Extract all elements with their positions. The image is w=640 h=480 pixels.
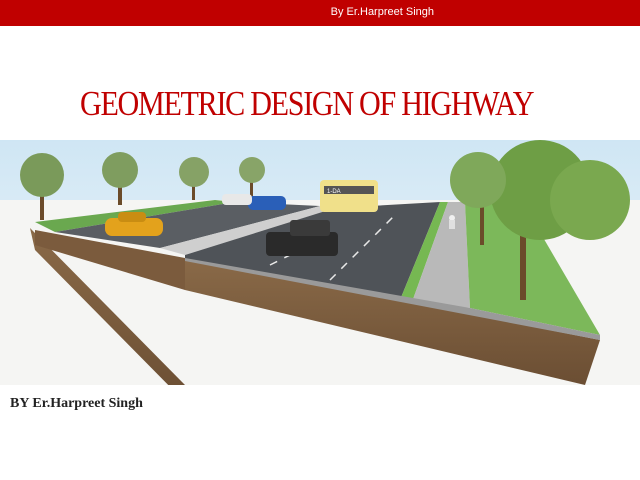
cyclist [449,215,455,229]
bus: 1-DA [320,180,378,212]
author-credit: BY Er.Harpreet Singh [10,396,143,411]
highway-illustration: 1-DA [0,140,640,385]
car-white [222,194,252,205]
car-blue [248,196,286,210]
bus-label: 1-DA [327,189,341,195]
top-header-bar: By Er.Harpreet Singh [0,0,640,26]
header-credit: By Er.Harpreet Singh [330,6,434,18]
slide-title: GEOMETRIC DESIGN OF HIGHWAY [80,84,534,123]
